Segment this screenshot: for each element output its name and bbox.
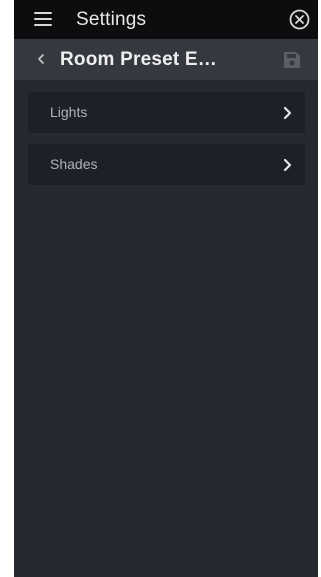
- list-item-lights[interactable]: Lights: [28, 92, 305, 133]
- app-frame: Settings Room Preset E… Lights Shades: [14, 0, 318, 577]
- floppy-disk-icon[interactable]: [283, 51, 301, 69]
- close-circle-icon[interactable]: [289, 9, 310, 30]
- list-item-shades[interactable]: Shades: [28, 144, 305, 185]
- sub-header-bar: Room Preset E…: [14, 39, 318, 80]
- chevron-right-icon: [283, 158, 292, 172]
- page-title: Settings: [76, 9, 147, 30]
- top-bar: Settings: [14, 0, 318, 39]
- hamburger-menu-icon[interactable]: [34, 12, 52, 26]
- list-item-label: Lights: [50, 104, 88, 120]
- chevron-right-icon: [283, 106, 292, 120]
- list-item-label: Shades: [50, 156, 98, 172]
- sub-page-title: Room Preset E…: [60, 49, 217, 70]
- chevron-left-icon[interactable]: [36, 52, 46, 66]
